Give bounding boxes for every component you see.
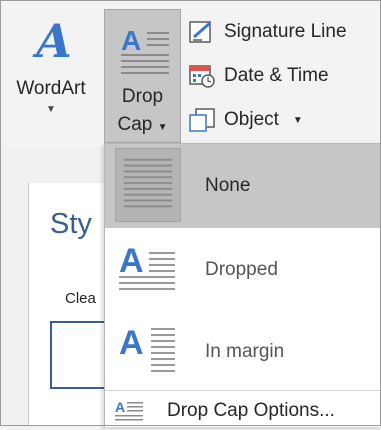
menu-item-dropped-label: Dropped [205, 259, 278, 280]
drop-cap-menu: None A Dropped A In margin A Drop Cap Op… [104, 143, 381, 427]
signature-line-icon [189, 21, 211, 43]
dropcap-options-icon: A [115, 399, 143, 421]
wordart-button[interactable]: A WordArt ▼ [12, 18, 90, 138]
wordart-a-icon: A [36, 14, 72, 68]
calendar-clock-icon [189, 65, 215, 88]
dropcap-none-icon [115, 148, 181, 222]
date-time-button[interactable]: Date & Time [188, 61, 329, 91]
object-label: Object [224, 109, 279, 130]
dropcap-dropped-icon: A [119, 242, 175, 290]
object-button[interactable]: Object ▼ [188, 105, 303, 135]
svg-text:A: A [121, 25, 141, 56]
drop-cap-options-item[interactable]: A Drop Cap Options... [105, 392, 381, 427]
svg-text:A: A [115, 399, 125, 415]
dropcap-icon: A [121, 25, 169, 74]
chevron-down-icon[interactable]: ▼ [293, 115, 303, 126]
wordart-label: WordArt [16, 78, 86, 99]
insert-ribbon: A WordArt ▼ A Drop Cap ▼ Signature Line [0, 0, 381, 147]
menu-item-none[interactable]: None [105, 144, 381, 228]
menu-item-dropped[interactable]: A Dropped [105, 228, 381, 312]
object-icon [189, 108, 215, 132]
signature-line-label: Signature Line [224, 21, 347, 42]
dropcap-in-margin-icon: A [119, 324, 175, 372]
drop-cap-button[interactable]: A Drop Cap ▼ [104, 9, 181, 143]
drop-cap-options-label: Drop Cap Options... [167, 400, 335, 421]
menu-item-in-margin-label: In margin [205, 341, 285, 362]
clear-formatting-label[interactable]: Clea [65, 290, 96, 307]
signature-line-button[interactable]: Signature Line [188, 17, 347, 47]
style-preview-box[interactable] [50, 321, 110, 389]
chevron-down-icon: ▼ [157, 122, 168, 133]
chevron-down-icon: ▼ [46, 104, 56, 115]
menu-item-none-label: None [205, 175, 251, 196]
svg-text:A: A [119, 242, 144, 280]
menu-item-in-margin[interactable]: A In margin [105, 310, 381, 394]
styles-heading: Sty [50, 208, 92, 240]
drop-cap-label-line1: Drop [121, 86, 164, 107]
drop-cap-label-line2: Cap ▼ [117, 114, 168, 135]
svg-text:A: A [119, 324, 144, 362]
date-time-label: Date & Time [224, 65, 329, 86]
menu-separator [105, 390, 381, 391]
